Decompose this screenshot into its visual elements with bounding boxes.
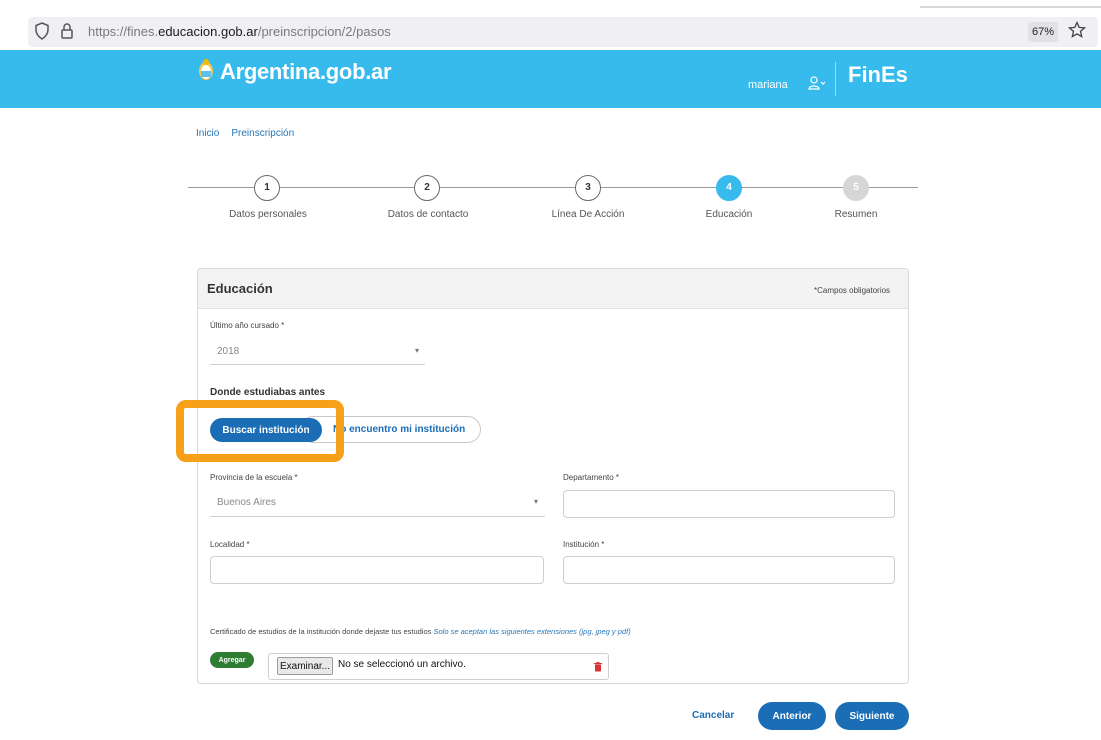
step-3-label: Línea De Acción	[551, 209, 625, 220]
step-2-label: Datos de contacto	[387, 209, 469, 220]
brand-logo-text[interactable]: Argentina.gob.ar	[220, 59, 392, 85]
breadcrumb-inicio[interactable]: Inicio	[196, 128, 219, 139]
institution-label: Institución *	[563, 540, 605, 549]
card-header	[198, 269, 908, 309]
tracking-shield-icon[interactable]	[34, 22, 50, 40]
step-1-circle[interactable]: 1	[254, 175, 280, 201]
user-name[interactable]: mariana	[748, 79, 788, 91]
chevron-down-icon: ▾	[534, 497, 539, 506]
lock-icon[interactable]	[60, 22, 74, 40]
previous-button[interactable]: Anterior	[758, 702, 826, 730]
stepper-track	[188, 187, 918, 188]
step-3-circle[interactable]: 3	[575, 175, 601, 201]
province-value: Buenos Aires	[217, 497, 276, 508]
breadcrumb-preinscripcion[interactable]: Preinscripción	[231, 128, 294, 139]
file-extension-note: Solo se aceptan las siguientes extension…	[433, 627, 631, 636]
argentina-shield-icon	[199, 59, 213, 80]
locality-input[interactable]	[210, 556, 544, 584]
last-year-label: Último año cursado *	[210, 321, 285, 330]
step-5-circle: 5	[843, 175, 869, 201]
certificate-label: Certificado de estudios de la institució…	[210, 627, 631, 636]
file-status-text: No se seleccionó un archivo.	[338, 659, 466, 670]
next-button[interactable]: Siguiente	[835, 702, 909, 730]
required-fields-note: *Campos obligatorios	[814, 286, 891, 295]
locality-label: Localidad *	[210, 540, 250, 549]
trash-icon[interactable]	[594, 662, 602, 672]
highlight-annotation	[176, 400, 344, 462]
bookmark-star-icon[interactable]	[1068, 21, 1086, 39]
step-1-label: Datos personales	[229, 209, 307, 220]
last-year-select[interactable]	[210, 340, 425, 365]
breadcrumb: Inicio Preinscripción	[196, 128, 306, 139]
fines-logo[interactable]: FinEs	[848, 62, 908, 88]
education-form-card	[197, 268, 909, 684]
browse-file-button[interactable]: Examinar...	[277, 657, 333, 675]
step-2-circle[interactable]: 2	[414, 175, 440, 201]
chevron-down-icon: ▾	[415, 346, 420, 355]
user-dropdown-icon[interactable]	[808, 76, 826, 90]
step-5-label: Resumen	[834, 209, 878, 220]
section-title-previous-school: Donde estudiabas antes	[210, 387, 326, 398]
step-4-circle[interactable]: 4	[716, 175, 742, 201]
department-label: Departamento *	[563, 473, 620, 482]
window-edge	[920, 6, 1101, 8]
add-file-button[interactable]: Agregar	[210, 652, 254, 668]
header-divider	[835, 62, 836, 96]
site-header	[0, 50, 1101, 108]
step-4-label: Educación	[705, 209, 753, 220]
zoom-level-badge[interactable]: 67%	[1028, 22, 1058, 42]
card-title: Educación	[207, 281, 273, 296]
province-label: Provincia de la escuela *	[210, 473, 298, 482]
last-year-value: 2018	[217, 346, 240, 357]
url-text[interactable]: https://fines.educacion.gob.ar/preinscri…	[88, 24, 391, 39]
browser-toolbar: https://fines.educacion.gob.ar/preinscri…	[0, 0, 1101, 47]
cancel-link[interactable]: Cancelar	[692, 710, 734, 721]
institution-input[interactable]	[563, 556, 895, 584]
department-input[interactable]	[563, 490, 895, 518]
